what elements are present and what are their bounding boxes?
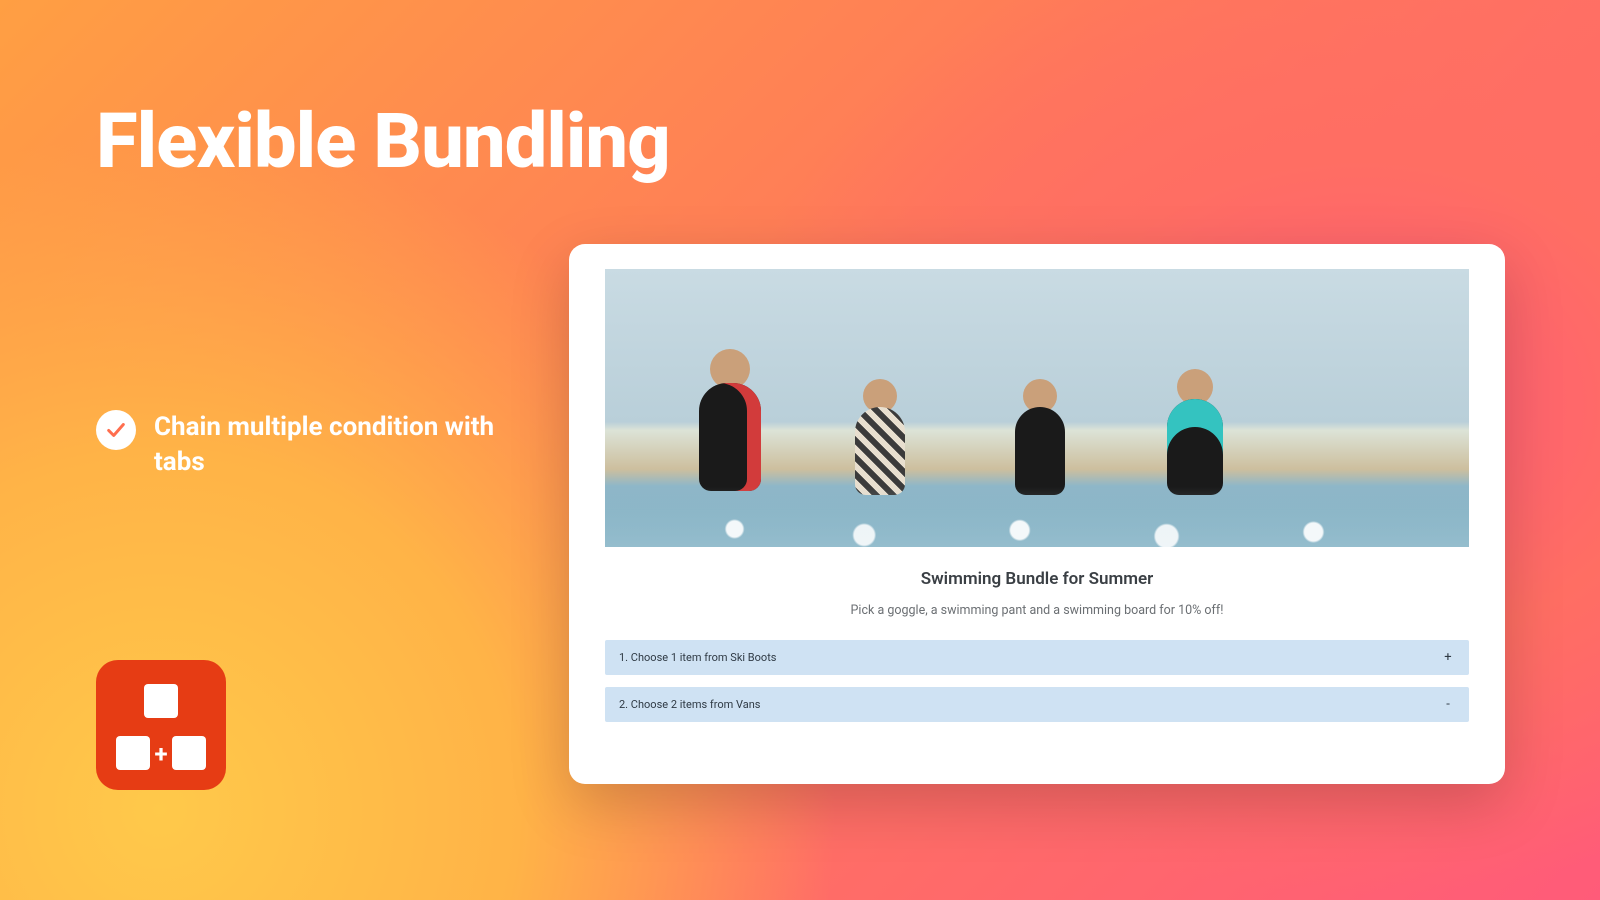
feature-bullet: Chain multiple condition with tabs — [96, 410, 516, 480]
bundle-accordion: 1. Choose 1 item from Ski Boots + 2. Cho… — [605, 640, 1469, 722]
collapse-icon: - — [1441, 697, 1455, 712]
check-icon — [96, 410, 136, 450]
product-hero-image — [605, 269, 1469, 547]
bundle-subtitle: Pick a goggle, a swimming pant and a swi… — [605, 603, 1469, 618]
app-icon-glyph: + — [116, 680, 206, 770]
marketing-slide: Flexible Bundling Chain multiple conditi… — [0, 0, 1600, 900]
plus-icon: + — [150, 743, 172, 765]
product-page-preview: Swimming Bundle for Summer Pick a goggle… — [569, 244, 1505, 784]
bundle-title: Swimming Bundle for Summer — [605, 569, 1469, 589]
accordion-row-label: 1. Choose 1 item from Ski Boots — [619, 651, 777, 664]
accordion-row-label: 2. Choose 2 items from Vans — [619, 698, 760, 711]
expand-icon: + — [1441, 650, 1455, 665]
accordion-row-1[interactable]: 1. Choose 1 item from Ski Boots + — [605, 640, 1469, 675]
slide-headline: Flexible Bundling — [96, 96, 670, 186]
feature-text: Chain multiple condition with tabs — [154, 410, 516, 480]
app-icon: + — [96, 660, 226, 790]
accordion-row-2[interactable]: 2. Choose 2 items from Vans - — [605, 687, 1469, 722]
